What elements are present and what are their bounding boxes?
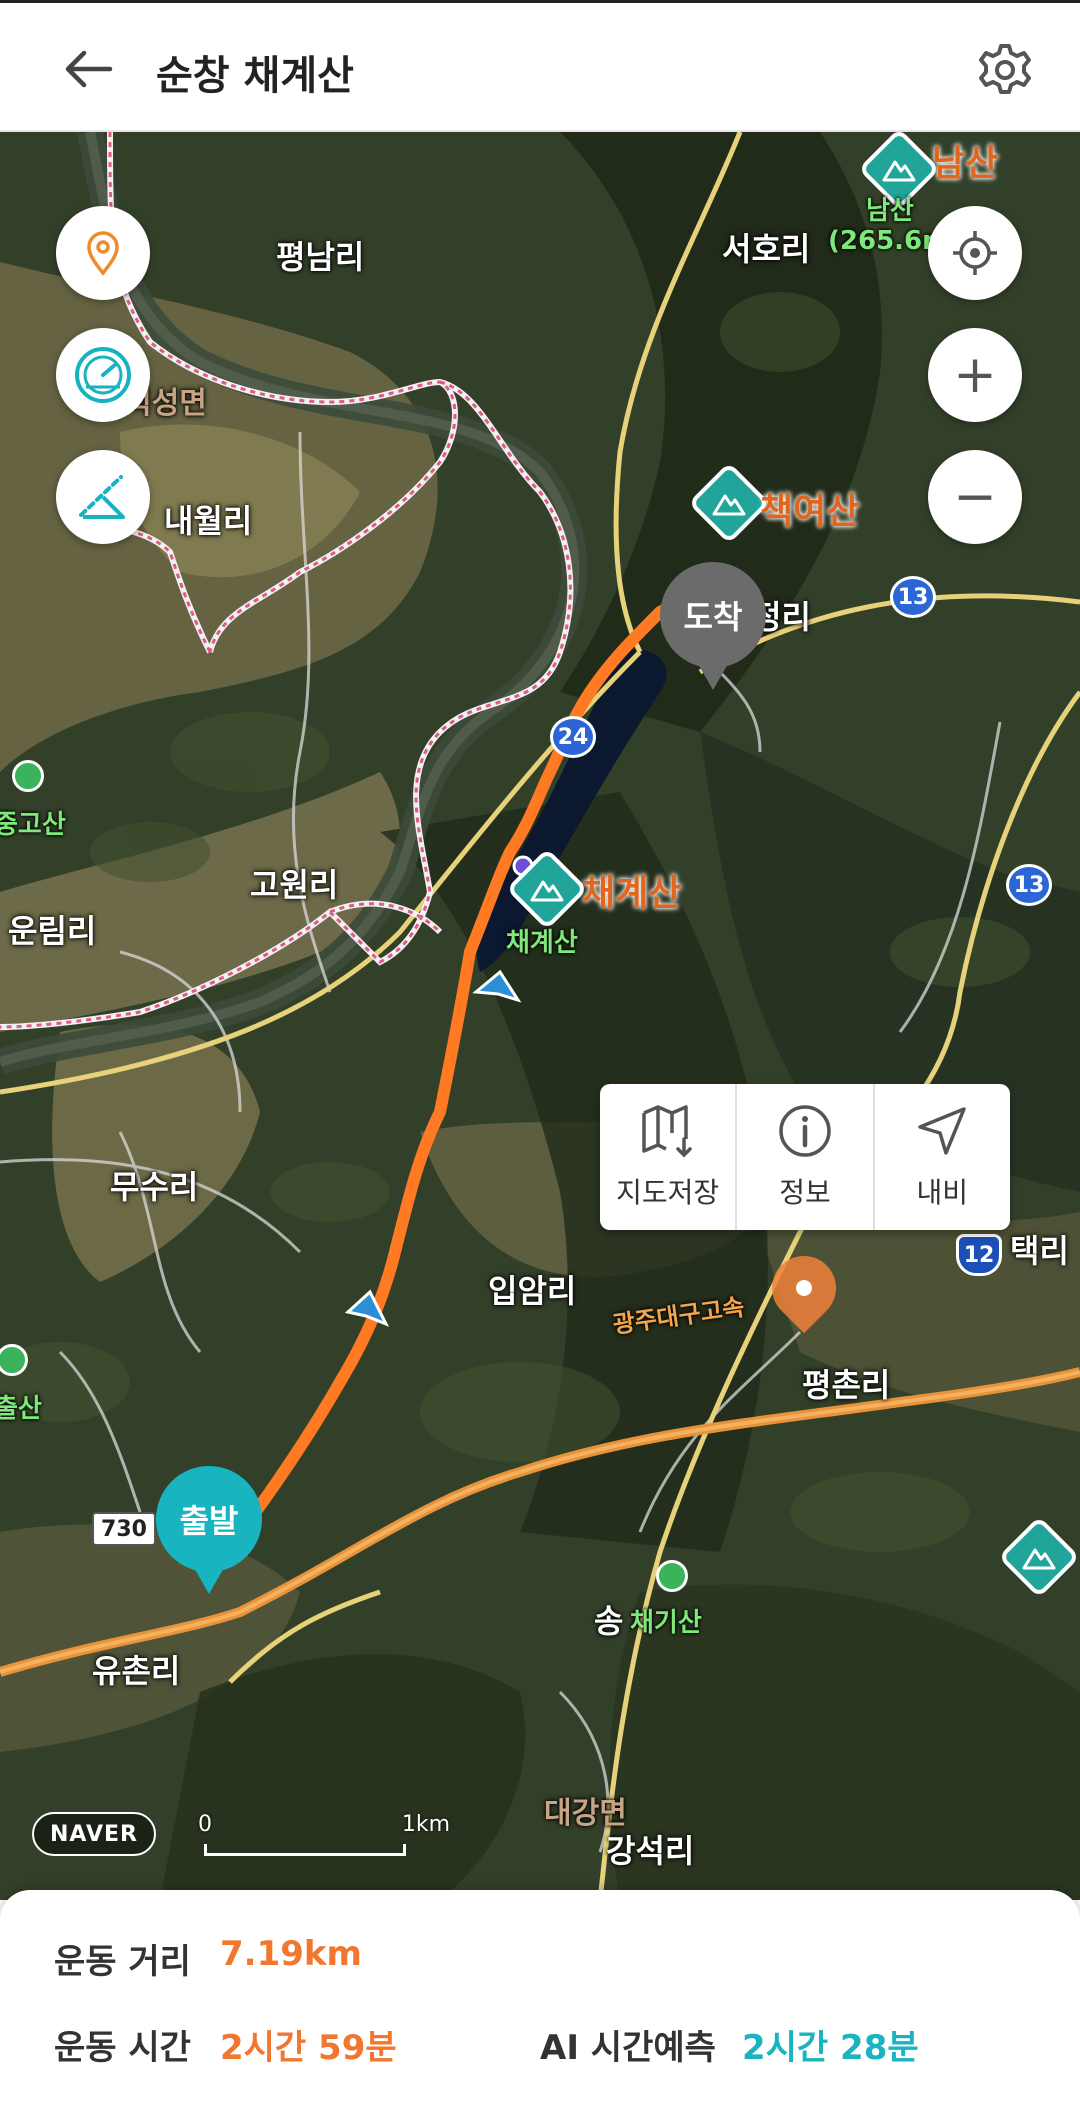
map-pin-icon: [87, 231, 119, 276]
arrow-left-icon: [65, 50, 113, 88]
map-label-chaegisan: 채기산: [630, 1608, 702, 1638]
scale-start-label: 0: [198, 1812, 212, 1837]
end-pin-tail: [697, 662, 729, 690]
map-scale: 0 1km: [198, 1812, 450, 1856]
map-label-song: 송: [594, 1602, 624, 1640]
map-label-gangseok: 강석리: [606, 1832, 695, 1870]
distance-value: 7.19km: [220, 1934, 362, 1974]
ai-time-value: 2시간 28분: [742, 2028, 919, 2068]
map-label-unrim: 운림리: [8, 912, 97, 950]
map-view[interactable]: 남산 남산 (265.6m 책여산 채계산 채계산 평남리 서호리 적성면 내월…: [0, 132, 1080, 1900]
navigate-label: 내비: [916, 1176, 969, 1209]
time-label: 운동 시간: [54, 2028, 191, 2068]
time-value: 2시간 59분: [220, 2028, 397, 2068]
map-label-seoho: 서호리: [722, 230, 811, 268]
map-label-jungosan: 중고산: [0, 810, 66, 840]
info-icon: [779, 1105, 831, 1157]
map-label-naewol: 내월리: [164, 502, 253, 540]
map-label-chulsan: 출산: [0, 1394, 42, 1424]
mountain-dot-icon[interactable]: [12, 760, 44, 792]
back-button[interactable]: [56, 39, 120, 99]
page-title: 순창 채계산: [156, 53, 354, 99]
map-label-pyeongnam: 평남리: [276, 238, 365, 276]
road-badge-24: 24: [550, 716, 596, 758]
road-badge-730: 730: [92, 1512, 156, 1546]
slope-icon: [79, 475, 125, 519]
save-map-label: 지도저장: [616, 1176, 720, 1209]
navigation-arrow-icon: [918, 1107, 967, 1155]
map-download-icon: [641, 1105, 692, 1158]
map-label-chaegyesan: 채계산: [582, 873, 682, 914]
gear-icon: [979, 44, 1031, 94]
scale-end-label: 1km: [401, 1812, 450, 1837]
my-location-button[interactable]: [928, 206, 1022, 300]
map-label-chaekyeosan: 책여산: [760, 491, 860, 532]
map-label-pyeongchon: 평촌리: [802, 1366, 891, 1404]
zoom-out-button[interactable]: −: [928, 450, 1022, 544]
settings-button[interactable]: [970, 35, 1040, 105]
crosshair-icon: [953, 231, 997, 275]
selected-location-dot: [796, 1280, 812, 1296]
app-root: 순창 채계산 남산 남산 (265.6m 책여산 채계산 채계산 평남리 서호리…: [0, 0, 1080, 2128]
road-badge-13: 13: [890, 576, 936, 618]
map-label-musu: 무수리: [110, 1168, 199, 1206]
info-button[interactable]: 정보: [735, 1084, 872, 1230]
zoom-in-button[interactable]: +: [928, 328, 1022, 422]
slope-button[interactable]: [56, 450, 150, 544]
map-label-namsan-sub: 남산: [866, 196, 914, 226]
map-label-gowon: 고원리: [250, 866, 339, 904]
mountain-dot-icon[interactable]: [656, 1560, 688, 1592]
map-label-chaegyesan-sub: 채계산: [506, 928, 578, 958]
save-map-button[interactable]: 지도저장: [600, 1084, 735, 1230]
end-pin[interactable]: 도착: [660, 562, 766, 668]
road-badge-13: 13: [1006, 864, 1052, 906]
distance-label: 운동 거리: [54, 1942, 191, 1982]
top-bar: 순창 채계산: [0, 0, 1080, 132]
start-pin[interactable]: 출발: [156, 1466, 262, 1572]
info-label: 정보: [779, 1176, 831, 1209]
map-label-namsan: 남산: [932, 143, 999, 184]
speedometer-icon: [75, 347, 131, 403]
route-stats-sheet: 운동 거리 7.19km 운동 시간 2시간 59분 AI 시간예측 2시간 2…: [0, 1890, 1080, 2128]
road-badge-12: 12: [956, 1234, 1002, 1276]
start-pin-tail: [193, 1566, 225, 1594]
navigate-button[interactable]: 내비: [872, 1084, 1010, 1230]
map-label-taekri: 택리: [1010, 1232, 1069, 1270]
speed-button[interactable]: [56, 328, 150, 422]
route-action-popup: 지도저장 정보 내비: [600, 1084, 1010, 1230]
ai-time-label: AI 시간예측: [540, 2028, 716, 2068]
scale-bar: [204, 1844, 406, 1856]
map-label-ibam: 입암리: [488, 1272, 577, 1310]
location-pin-button[interactable]: [56, 206, 150, 300]
map-label-yuchon: 유촌리: [92, 1652, 181, 1690]
naver-logo: NAVER: [32, 1812, 156, 1856]
